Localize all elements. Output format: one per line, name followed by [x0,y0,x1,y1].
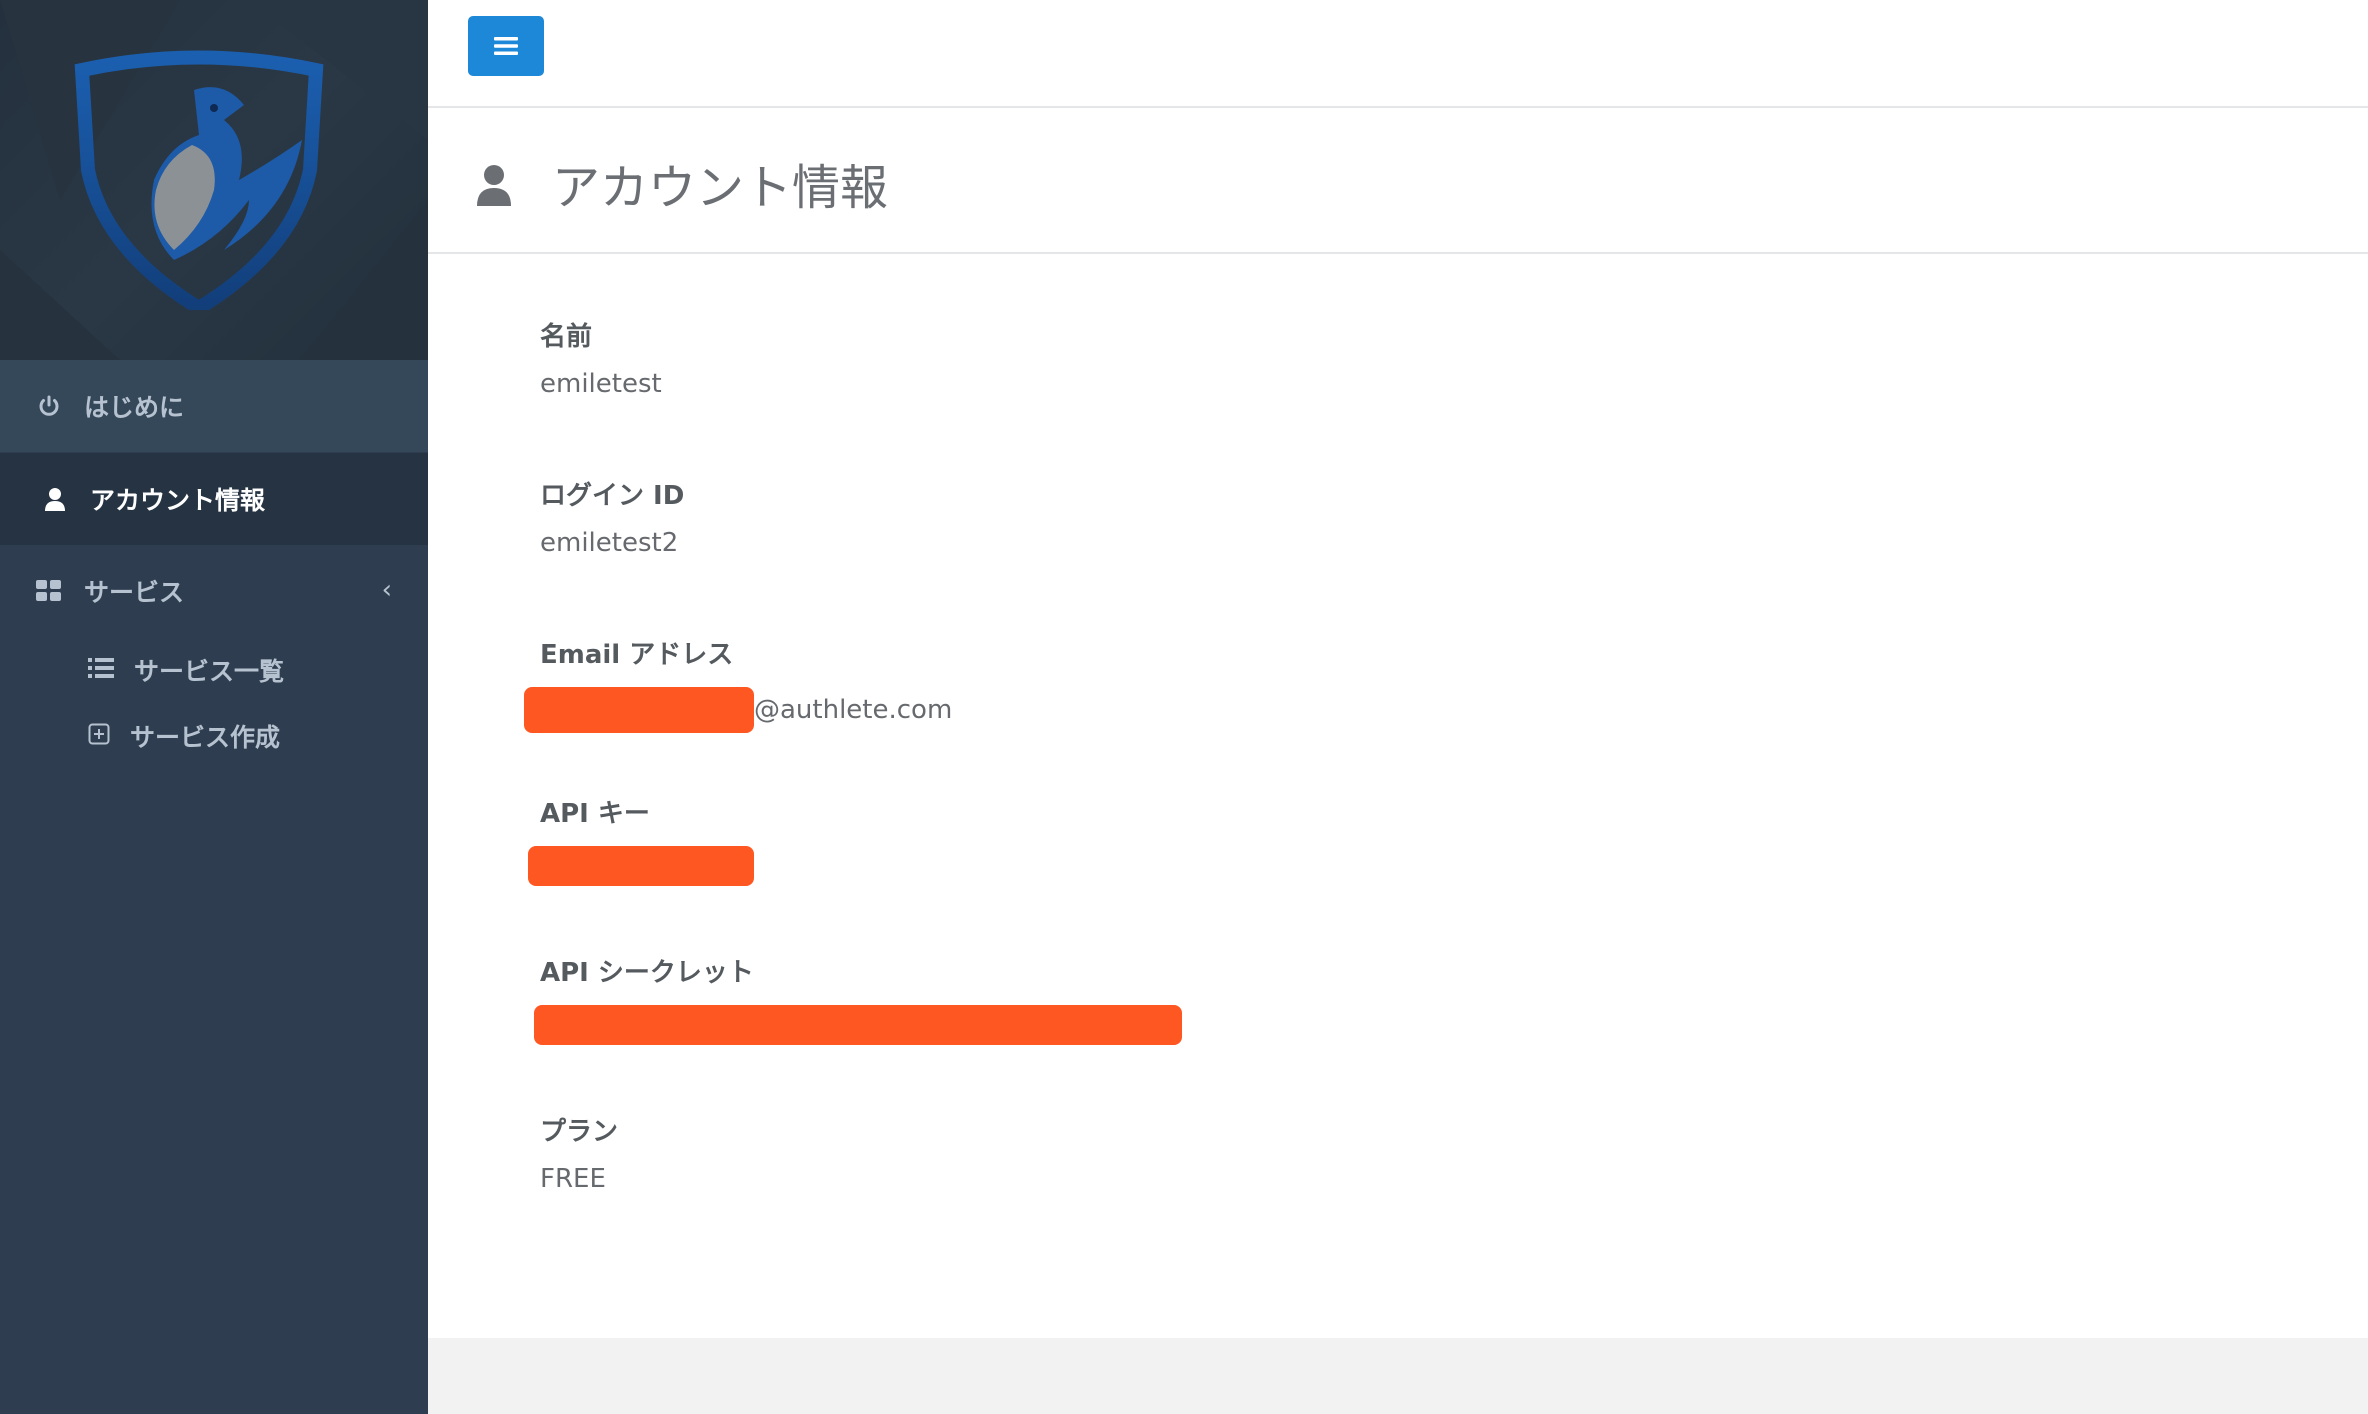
user-icon [476,164,512,210]
field-label: API シークレット [540,958,754,988]
sidebar-item-label: アカウント情報 [90,486,266,515]
sidebar-item-services[interactable]: サービス ‹ [0,545,428,637]
field-value: FREE [540,1164,606,1194]
sidebar-item-account[interactable]: アカウント情報 [0,453,428,545]
sidebar-subitem-service-list[interactable]: サービス一覧 [88,645,284,695]
field-api-key: API キー [528,793,754,886]
field-plan: プラン FREE [540,1111,618,1194]
sidebar-subitem-service-create[interactable]: サービス作成 [88,711,280,761]
shield-logo-icon [74,50,324,310]
field-api-secret: API シークレット [534,952,1182,1045]
field-value: emiletest2 [540,528,679,558]
plus-square-icon [88,722,110,751]
email-domain: @authlete.com [754,695,953,725]
sidebar: はじめに アカウント情報 サービス ‹ サービス一覧 サービス作成 [0,0,428,1414]
field-label: API キー [540,799,650,829]
redaction-block [534,1005,1182,1045]
hamburger-icon [494,37,518,55]
field-label: ログイン ID [540,481,685,511]
sidebar-item-intro[interactable]: はじめに [0,360,428,452]
logo-area [0,0,428,360]
redaction-block [524,687,754,733]
field-value: emiletest [540,369,662,399]
field-value [534,1005,1182,1045]
sidebar-item-label: サービス [84,578,185,607]
field-email: Email アドレス @authlete.com [524,634,952,733]
account-details: 名前 emiletest ログイン ID emiletest2 Email アド… [428,254,2368,1338]
sidebar-subitem-label: サービス一覧 [134,657,285,686]
grid-icon [34,576,64,606]
field-value [528,846,754,886]
field-value: @authlete.com [524,687,952,733]
menu-toggle-button[interactable] [468,16,544,76]
sidebar-subitem-label: サービス作成 [130,723,281,752]
sidebar-item-label: はじめに [84,393,185,422]
field-label: プラン [540,1117,619,1147]
chevron-left-icon[interactable]: ‹ [382,575,392,605]
field-login-id: ログイン ID emiletest2 [540,475,684,558]
list-icon [88,656,114,685]
user-icon [40,484,70,514]
page-header: アカウント情報 [428,108,2368,254]
page-title: アカウント情報 [552,160,889,216]
field-name: 名前 emiletest [540,316,662,399]
app-root: はじめに アカウント情報 サービス ‹ サービス一覧 サービス作成 アカウント情… [0,0,2368,1414]
field-label: Email アドレス [540,640,734,670]
top-bar [428,0,2368,108]
redaction-block [528,846,754,886]
power-icon [34,391,64,421]
field-label: 名前 [540,322,593,352]
